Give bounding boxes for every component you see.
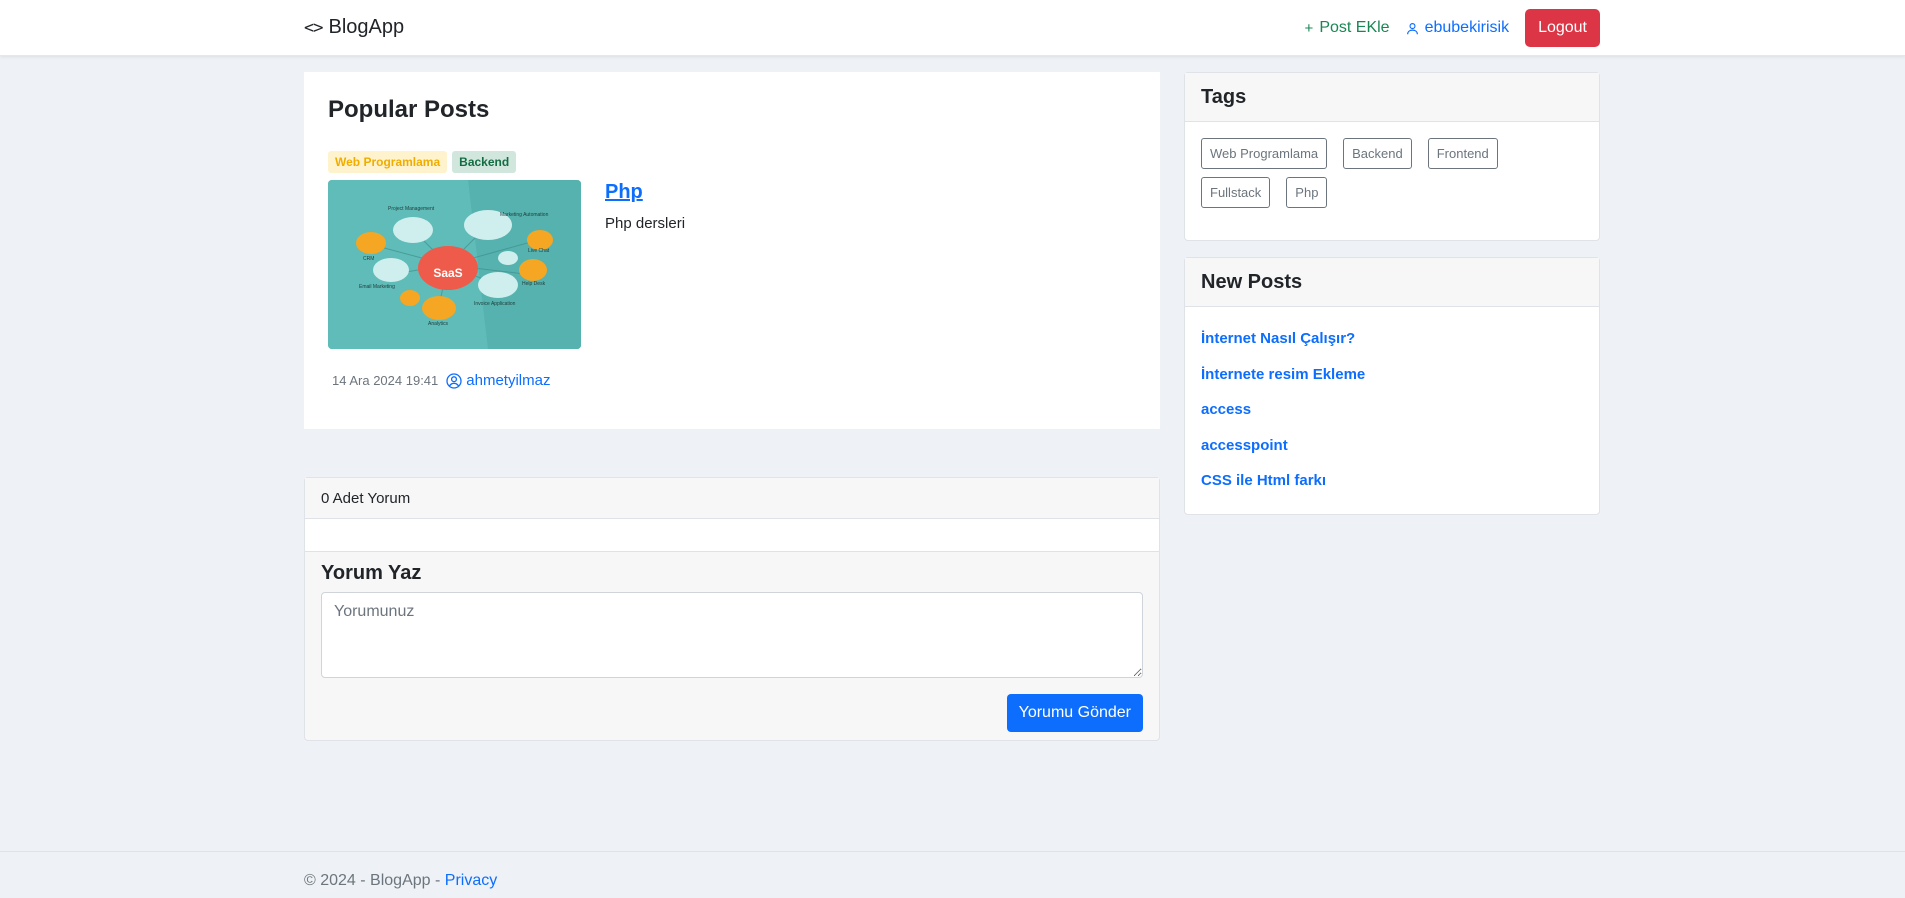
post-author-link[interactable]: ahmetyilmaz [446, 372, 550, 389]
saas-label: SaaS [433, 266, 462, 280]
navbar: <> BlogApp + Post EKle ebubekirisik Logo… [0, 0, 1905, 56]
write-comment-title: Yorum Yaz [321, 562, 422, 584]
list-item: İnternete resim Ekleme [1201, 357, 1583, 393]
code-icon: <> [304, 17, 324, 38]
username-label: ebubekirisik [1424, 19, 1510, 36]
person-icon [1406, 22, 1418, 34]
comments-card: 0 Adet Yorum Yorum Yaz Yorumu Gönder [304, 477, 1160, 741]
add-post-link[interactable]: + Post EKle [1305, 19, 1390, 37]
new-post-link[interactable]: İnternet Nasıl Çalışır? [1201, 330, 1355, 347]
list-item: İnternet Nasıl Çalışır? [1201, 321, 1583, 357]
img-label-marketing: Marketing Automation [500, 212, 549, 218]
tags-card: Tags Web Programlama Backend Frontend Fu… [1184, 72, 1600, 241]
privacy-link[interactable]: Privacy [445, 872, 497, 889]
img-label-helpdesk: Help Desk [522, 281, 546, 287]
tag-backend[interactable]: Backend [1343, 138, 1412, 169]
comment-textarea[interactable] [321, 592, 1143, 678]
post-thumbnail[interactable]: SaaS Project Management Marketing Automa… [328, 180, 581, 349]
tags-title: Tags [1185, 73, 1599, 122]
new-post-link[interactable]: İnternete resim Ekleme [1201, 366, 1365, 383]
img-label-email: Email Marketing [359, 284, 395, 290]
footer-text: © 2024 - BlogApp - Privacy [304, 872, 497, 890]
badge-backend[interactable]: Backend [452, 151, 517, 173]
badge-web-programlama[interactable]: Web Programlama [328, 151, 448, 173]
new-post-link[interactable]: CSS ile Html farkı [1201, 472, 1326, 489]
post-tag-badges: Web Programlama Backend [328, 151, 517, 173]
img-label-crm: CRM [363, 256, 374, 262]
logout-button[interactable]: Logout [1525, 9, 1600, 47]
send-comment-button[interactable]: Yorumu Gönder [1006, 694, 1143, 732]
nav-right: + Post EKle ebubekirisik Logout [1305, 9, 1600, 47]
list-item: accesspoint [1201, 428, 1583, 464]
list-item: CSS ile Html farkı [1201, 463, 1583, 499]
add-post-label: Post EKle [1319, 19, 1390, 36]
plus-icon: + [1304, 19, 1314, 37]
popular-posts-card: Popular Posts Web Programlama Backend Sa… [304, 72, 1160, 429]
img-label-invoice: Invoice Application [474, 301, 516, 307]
copyright-text: © 2024 - BlogApp - [304, 872, 445, 889]
brand-link[interactable]: <> BlogApp [304, 16, 404, 39]
post-description: Php dersleri [605, 215, 686, 232]
tags-list: Web Programlama Backend Frontend Fullsta… [1185, 122, 1525, 208]
saas-illustration: SaaS Project Management Marketing Automa… [328, 180, 581, 349]
comments-list [305, 519, 1159, 552]
img-label-analytics: Analytics [428, 321, 449, 327]
person-circle-icon [446, 372, 462, 389]
list-item: access [1201, 392, 1583, 428]
footer: © 2024 - BlogApp - Privacy [0, 851, 1905, 898]
new-posts-list: İnternet Nasıl Çalışır? İnternete resim … [1185, 307, 1599, 513]
tag-php[interactable]: Php [1286, 177, 1328, 208]
new-post-link[interactable]: access [1201, 401, 1251, 418]
user-profile-link[interactable]: ebubekirisik [1406, 19, 1509, 37]
popular-posts-title: Popular Posts [328, 96, 490, 123]
tag-web-programlama[interactable]: Web Programlama [1201, 138, 1328, 169]
post-title-link[interactable]: Php [605, 181, 643, 204]
img-label-livechat: Live Chat [528, 248, 550, 254]
new-post-link[interactable]: accesspoint [1201, 437, 1288, 454]
post-meta: 14 Ara 2024 19:41 ahmetyilmaz [332, 372, 550, 389]
post-date: 14 Ara 2024 19:41 [332, 373, 439, 388]
comments-count: 0 Adet Yorum [305, 478, 1159, 519]
img-label-project: Project Management [388, 206, 435, 212]
tag-frontend[interactable]: Frontend [1427, 138, 1498, 169]
new-posts-card: New Posts İnternet Nasıl Çalışır? İntern… [1184, 257, 1600, 515]
brand-label: BlogApp [328, 16, 405, 38]
tag-fullstack[interactable]: Fullstack [1201, 177, 1271, 208]
new-posts-title: New Posts [1185, 258, 1599, 307]
post-author-label: ahmetyilmaz [466, 372, 551, 389]
